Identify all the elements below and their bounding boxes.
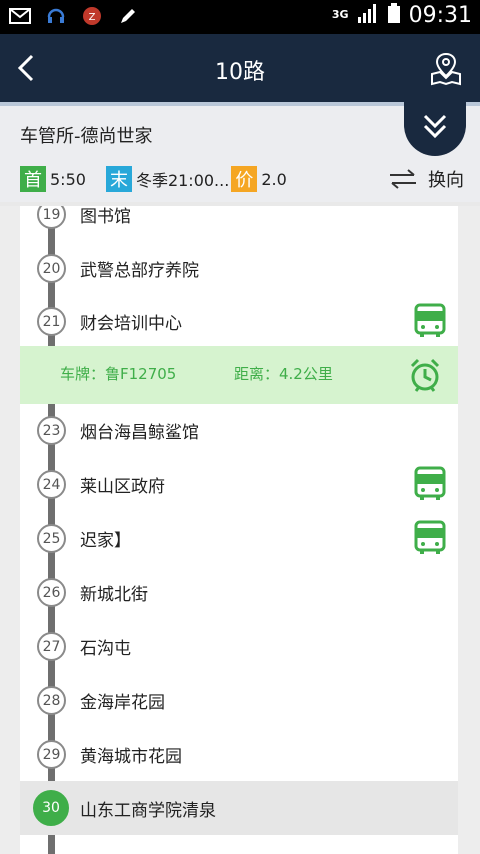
station-name: 迟家】 [80,531,131,551]
pencil-icon [116,5,140,27]
station-row[interactable]: 27 石沟屯 [20,619,458,673]
svg-text:Z: Z [89,12,96,23]
station-number: 24 [37,470,66,499]
first-bus-time: 5:50 [50,169,86,189]
station-name: 武警总部疗养院 [80,261,199,281]
battery-icon [387,2,401,28]
station-number: 26 [37,578,66,607]
station-number: 27 [37,632,66,661]
bus-plate: 车牌：鲁F12705 [60,365,177,383]
network-type: 3G [331,8,349,21]
page-title: 10路 [215,60,265,85]
station-row[interactable]: 28 金海岸花园 [20,673,458,727]
station-row[interactable]: 26 新城北街 [20,565,458,619]
switch-direction-button[interactable]: 换向 [388,166,464,192]
bus-icon [412,303,448,339]
station-number: 19 [37,206,66,229]
alarm-clock-icon[interactable] [408,356,442,394]
station-row[interactable]: 24 莱山区政府 [20,457,458,511]
last-bus-time: 冬季21:00... [135,171,230,190]
map-button[interactable] [428,48,464,88]
station-row[interactable]: 20 武警总部疗养院 [20,241,458,295]
first-bus-tag: 首 [20,166,46,192]
station-list[interactable]: 19 图书馆 20 武警总部疗养院 21 财会培训中心 车牌：鲁F12705 距… [20,206,458,854]
status-bar: Z 3G 09:31 [0,0,480,34]
station-number: 20 [37,254,66,283]
fare: 2.0 [261,169,287,189]
map-pin-icon [431,52,461,86]
station-name: 烟台海昌鲸鲨馆 [80,423,199,443]
chevron-down-icon [423,114,447,139]
bus-icon [412,466,448,502]
station-number: 25 [37,524,66,553]
current-station-row[interactable]: 30 山东工商学院清泉 [20,781,458,835]
station-number: 21 [37,307,66,336]
list-margin-right [458,206,480,854]
bus-icon [412,520,448,556]
station-row[interactable]: 23 烟台海昌鲸鲨馆 [20,403,458,457]
last-bus-tag: 末 [105,166,132,192]
bus-info-bar[interactable]: 车牌：鲁F12705 距离：4.2公里 [20,346,458,404]
station-name: 财会培训中心 [80,314,182,334]
station-name: 新城北街 [80,585,148,605]
clock: 09:31 [408,2,472,28]
collapse-button[interactable] [404,100,466,156]
headset-icon [44,5,68,27]
station-row[interactable]: 21 财会培训中心 [20,294,458,348]
station-name: 金海岸花园 [80,693,165,713]
signal-icon [357,2,379,28]
station-number: 29 [37,740,66,769]
weather-icon: Z [80,5,104,27]
station-number: 23 [37,416,66,445]
station-row[interactable]: 25 迟家】 [20,511,458,565]
route-name: 车管所-德尚世家 [20,126,153,147]
swap-icon [390,169,416,189]
switch-direction-label: 换向 [428,170,464,191]
station-number: 28 [37,686,66,715]
notification-icons: Z [8,5,140,27]
route-times: 首 5:50 末 冬季21:00... 价 2.0 换向 [20,164,464,194]
station-name: 山东工商学院清泉 [80,801,216,821]
mail-icon [8,5,32,27]
app-bar: 10路 [0,34,480,102]
station-name: 莱山区政府 [80,477,165,497]
bus-distance: 距离：4.2公里 [234,365,333,383]
price-tag: 价 [231,166,258,192]
list-margin-left [0,206,20,854]
station-row[interactable]: 29 黄海城市花园 [20,727,458,781]
station-number: 30 [33,790,69,826]
station-name: 黄海城市花园 [80,747,182,767]
station-name: 石沟屯 [80,639,131,659]
route-info-panel: 车管所-德尚世家 首 5:50 末 冬季21:00... 价 2.0 换向 [0,100,480,202]
station-name: 图书馆 [80,207,131,227]
station-row[interactable]: 19 图书馆 [20,206,458,241]
